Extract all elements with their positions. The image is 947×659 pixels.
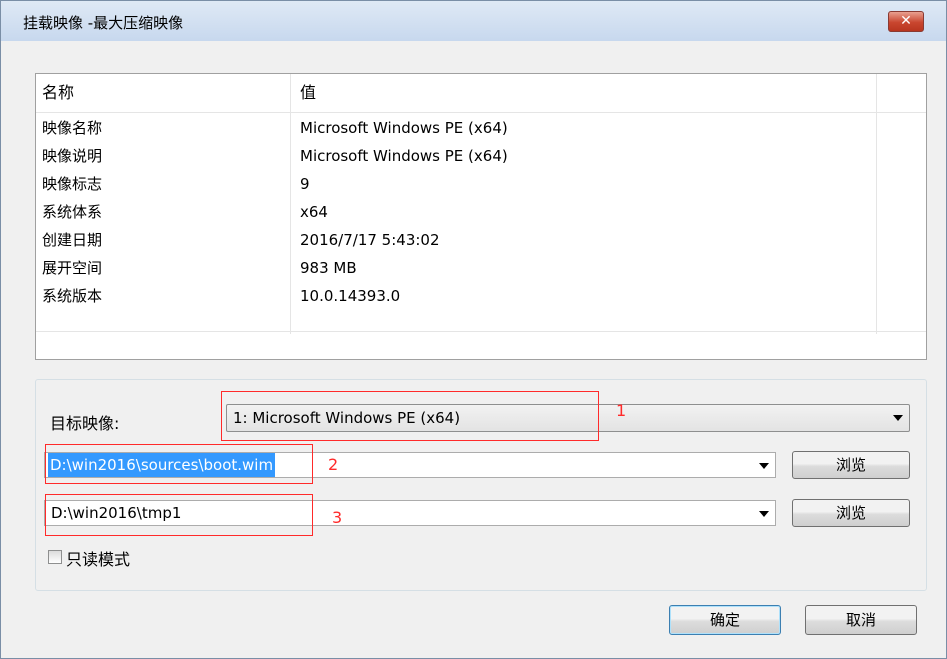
row-name: 系统版本 — [42, 287, 103, 305]
chevron-down-icon[interactable] — [759, 511, 769, 517]
title-bar[interactable]: 挂载映像 -最大压缩映像 ✕ — [1, 1, 946, 41]
readonly-checkbox[interactable] — [48, 550, 62, 564]
browse-dir-button[interactable]: 浏览 — [792, 499, 910, 527]
browse-wim-button[interactable]: 浏览 — [792, 451, 910, 479]
row-value: 10.0.14393.0 — [300, 287, 401, 305]
mount-image-dialog: 挂载映像 -最大压缩映像 ✕ 名称 值 映像名称 Microsoft Windo… — [0, 0, 947, 659]
row-value: 983 MB — [300, 259, 357, 277]
ok-button[interactable]: 确定 — [669, 605, 781, 635]
close-icon: ✕ — [900, 13, 912, 29]
annotation-number-3: 3 — [332, 508, 343, 527]
row-value: 9 — [300, 175, 310, 193]
row-name: 创建日期 — [42, 231, 103, 249]
column-header-name[interactable]: 名称 — [42, 74, 74, 112]
cancel-button[interactable]: 取消 — [805, 605, 917, 635]
table-row[interactable]: 创建日期 2016/7/17 5:43:02 — [36, 226, 926, 254]
row-value: 2016/7/17 5:43:02 — [300, 231, 440, 249]
window-title: 挂载映像 -最大压缩映像 — [23, 14, 184, 32]
annotation-box-2 — [45, 444, 313, 484]
annotation-box-1 — [221, 391, 599, 441]
list-header: 名称 值 — [36, 74, 926, 113]
close-button[interactable]: ✕ — [888, 11, 924, 32]
table-row[interactable]: 系统体系 x64 — [36, 198, 926, 226]
annotation-number-1: 1 — [616, 401, 627, 420]
image-info-list[interactable]: 名称 值 映像名称 Microsoft Windows PE (x64) 映像说… — [35, 73, 927, 360]
chevron-down-icon[interactable] — [893, 415, 903, 421]
table-row[interactable]: 系统版本 10.0.14393.0 — [36, 282, 926, 310]
row-value: x64 — [300, 203, 328, 221]
row-name: 映像标志 — [42, 175, 103, 193]
row-name: 映像名称 — [42, 119, 103, 137]
readonly-label[interactable]: 只读模式 — [66, 546, 130, 570]
table-row[interactable]: 展开空间 983 MB — [36, 254, 926, 282]
column-header-value[interactable]: 值 — [300, 74, 316, 112]
target-image-label: 目标映像: — [50, 414, 120, 433]
row-name: 展开空间 — [42, 259, 103, 277]
chevron-down-icon[interactable] — [759, 463, 769, 469]
row-value: Microsoft Windows PE (x64) — [300, 119, 508, 137]
row-divider — [36, 331, 926, 332]
table-row[interactable]: 映像标志 9 — [36, 170, 926, 198]
table-row[interactable]: 映像名称 Microsoft Windows PE (x64) — [36, 114, 926, 142]
dialog-body: 名称 值 映像名称 Microsoft Windows PE (x64) 映像说… — [15, 49, 935, 649]
row-name: 映像说明 — [42, 147, 103, 165]
row-name: 系统体系 — [42, 203, 103, 221]
annotation-box-3 — [45, 494, 313, 536]
annotation-number-2: 2 — [328, 455, 339, 474]
table-row[interactable]: 映像说明 Microsoft Windows PE (x64) — [36, 142, 926, 170]
row-value: Microsoft Windows PE (x64) — [300, 147, 508, 165]
